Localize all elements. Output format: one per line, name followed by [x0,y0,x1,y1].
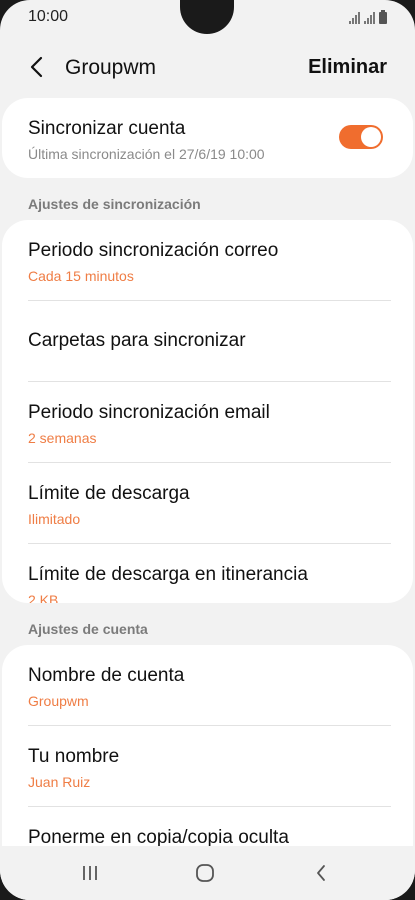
row-value: Ilimitado [28,511,81,527]
list-item[interactable]: Nombre de cuenta Groupwm [2,645,413,726]
row-title: Tu nombre [28,746,120,767]
list-item[interactable]: Límite de descarga Ilimitado [2,463,413,544]
list-item[interactable]: Carpetas para sincronizar [2,301,413,382]
camera-notch [180,0,234,34]
recent-apps-icon [83,866,97,880]
row-value: Juan Ruiz [28,774,91,790]
back-button[interactable] [22,52,52,82]
sync-toggle[interactable] [339,125,383,149]
sync-account-row[interactable]: Sincronizar cuenta Última sincronización… [2,98,413,178]
status-bar: 10:00 [0,0,415,36]
nav-back-icon [317,865,325,881]
app-bar: Groupwm Eliminar [0,44,415,90]
delete-button[interactable]: Eliminar [308,56,387,79]
row-value: Cada 15 minutos [28,268,134,284]
section-header-sync: Ajustes de sincronización [28,196,201,212]
signal-icon [349,12,360,24]
row-value: Groupwm [28,693,89,709]
nav-back-button[interactable] [306,858,336,888]
row-title: Nombre de cuenta [28,665,185,686]
row-title: Límite de descarga [28,483,190,504]
home-icon [196,864,214,882]
list-item[interactable]: Periodo sincronización correo Cada 15 mi… [2,220,413,301]
last-sync-text: Última sincronización el 27/6/19 10:00 [28,146,265,162]
sync-settings-card: Periodo sincronización correo Cada 15 mi… [2,220,413,603]
battery-icon [379,10,387,24]
row-title: Carpetas para sincronizar [28,330,246,351]
row-value: 2 KB [28,592,59,603]
row-title: Periodo sincronización correo [28,240,279,261]
recent-apps-button[interactable] [75,858,105,888]
sync-account-title: Sincronizar cuenta [28,118,186,139]
chevron-left-icon [30,56,43,78]
navigation-bar [0,846,415,900]
row-value: 2 semanas [28,430,97,446]
status-icons [349,10,387,24]
status-time: 10:00 [28,8,69,25]
list-item[interactable]: Límite de descarga en itinerancia 2 KB [2,544,413,603]
signal-icon-2 [364,12,375,24]
section-header-account: Ajustes de cuenta [28,621,148,637]
list-item[interactable]: Periodo sincronización email 2 semanas [2,382,413,463]
toggle-knob [361,127,381,147]
row-title: Límite de descarga en itinerancia [28,564,308,585]
list-item[interactable]: Tu nombre Juan Ruiz [2,726,413,807]
page-title: Groupwm [65,56,157,79]
settings-screen: 10:00 Groupwm Eliminar Sincronizar cuent… [0,0,415,900]
home-button[interactable] [190,858,220,888]
row-title: Periodo sincronización email [28,402,270,423]
